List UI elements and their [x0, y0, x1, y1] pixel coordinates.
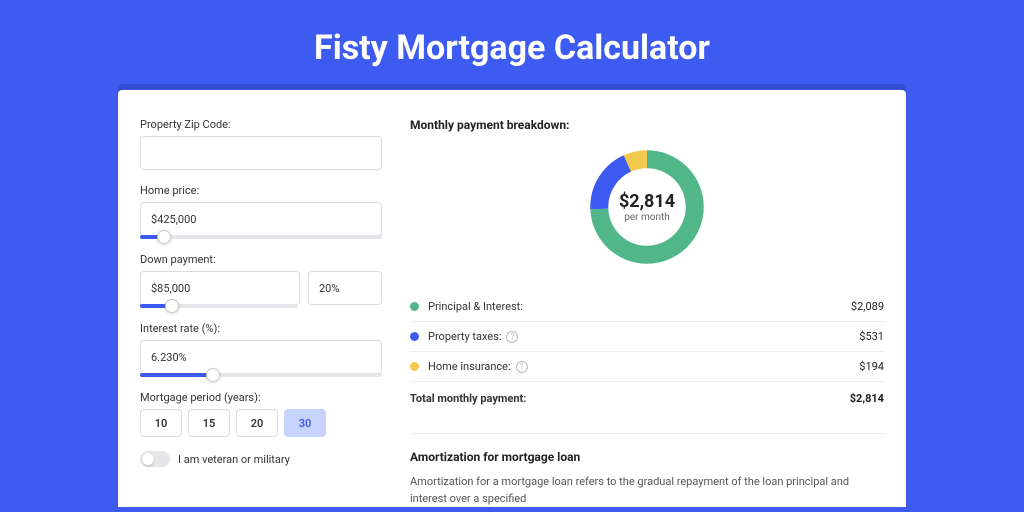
price-input[interactable] [140, 202, 382, 236]
rate-slider[interactable] [140, 373, 382, 377]
legend-insurance-label: Home insurance:? [428, 360, 859, 373]
legend-total-label: Total monthly payment: [410, 392, 850, 405]
legend-insurance: Home insurance:? $194 [410, 352, 884, 382]
donut-sub: per month [624, 212, 670, 223]
zip-input[interactable] [140, 136, 382, 170]
dot-blue-icon [410, 332, 419, 341]
down-field: Down payment: [140, 253, 382, 308]
calculator-card: Property Zip Code: Home price: Down paym… [118, 90, 906, 507]
legend-taxes-value: $531 [859, 330, 884, 343]
legend-taxes: Property taxes:? $531 [410, 322, 884, 352]
veteran-toggle-knob [142, 453, 154, 465]
price-slider[interactable] [140, 235, 382, 239]
zip-field: Property Zip Code: [140, 118, 382, 170]
amortization-text: Amortization for a mortgage loan refers … [410, 474, 884, 507]
period-btn-30[interactable]: 30 [284, 409, 326, 437]
period-btn-15[interactable]: 15 [188, 409, 230, 437]
dot-green-icon [410, 302, 419, 311]
down-amount-input[interactable] [140, 271, 300, 305]
veteran-row: I am veteran or military [140, 451, 382, 467]
breakdown-title: Monthly payment breakdown: [410, 118, 884, 132]
rate-slider-thumb[interactable] [206, 368, 220, 382]
period-btn-10[interactable]: 10 [140, 409, 182, 437]
price-label: Home price: [140, 184, 382, 197]
price-slider-thumb[interactable] [157, 230, 171, 244]
legend-total: Total monthly payment: $2,814 [410, 382, 884, 413]
form-panel: Property Zip Code: Home price: Down paym… [140, 118, 382, 507]
down-slider-thumb[interactable] [165, 299, 179, 313]
dot-yellow-icon [410, 362, 419, 371]
legend-principal: Principal & Interest: $2,089 [410, 292, 884, 322]
rate-input[interactable] [140, 340, 382, 374]
donut-total: $2,814 [619, 191, 675, 212]
period-btn-20[interactable]: 20 [236, 409, 278, 437]
zip-label: Property Zip Code: [140, 118, 382, 131]
period-field: Mortgage period (years): 10 15 20 30 [140, 391, 382, 437]
legend-principal-value: $2,089 [851, 300, 884, 313]
rate-slider-fill [140, 373, 213, 377]
period-buttons: 10 15 20 30 [140, 409, 382, 437]
legend-principal-label: Principal & Interest: [428, 300, 851, 313]
legend-total-value: $2,814 [850, 392, 884, 405]
info-icon[interactable]: ? [516, 361, 528, 373]
rate-field: Interest rate (%): [140, 322, 382, 377]
legend-insurance-value: $194 [859, 360, 884, 373]
amortization-section: Amortization for mortgage loan Amortizat… [410, 433, 884, 507]
info-icon[interactable]: ? [506, 331, 518, 343]
breakdown-panel: Monthly payment breakdown: $2,814 per mo… [410, 118, 884, 507]
down-pct-input[interactable] [308, 271, 382, 305]
donut-center: $2,814 per month [584, 144, 710, 270]
down-label: Down payment: [140, 253, 382, 266]
price-field: Home price: [140, 184, 382, 239]
rate-label: Interest rate (%): [140, 322, 382, 335]
amortization-title: Amortization for mortgage loan [410, 450, 884, 464]
donut-chart: $2,814 per month [410, 144, 884, 270]
veteran-toggle[interactable] [140, 451, 170, 467]
legend-taxes-label: Property taxes:? [428, 330, 859, 343]
down-slider[interactable] [140, 304, 298, 308]
veteran-label: I am veteran or military [178, 453, 290, 466]
page-title: Fisty Mortgage Calculator [0, 0, 1024, 90]
period-label: Mortgage period (years): [140, 391, 382, 404]
